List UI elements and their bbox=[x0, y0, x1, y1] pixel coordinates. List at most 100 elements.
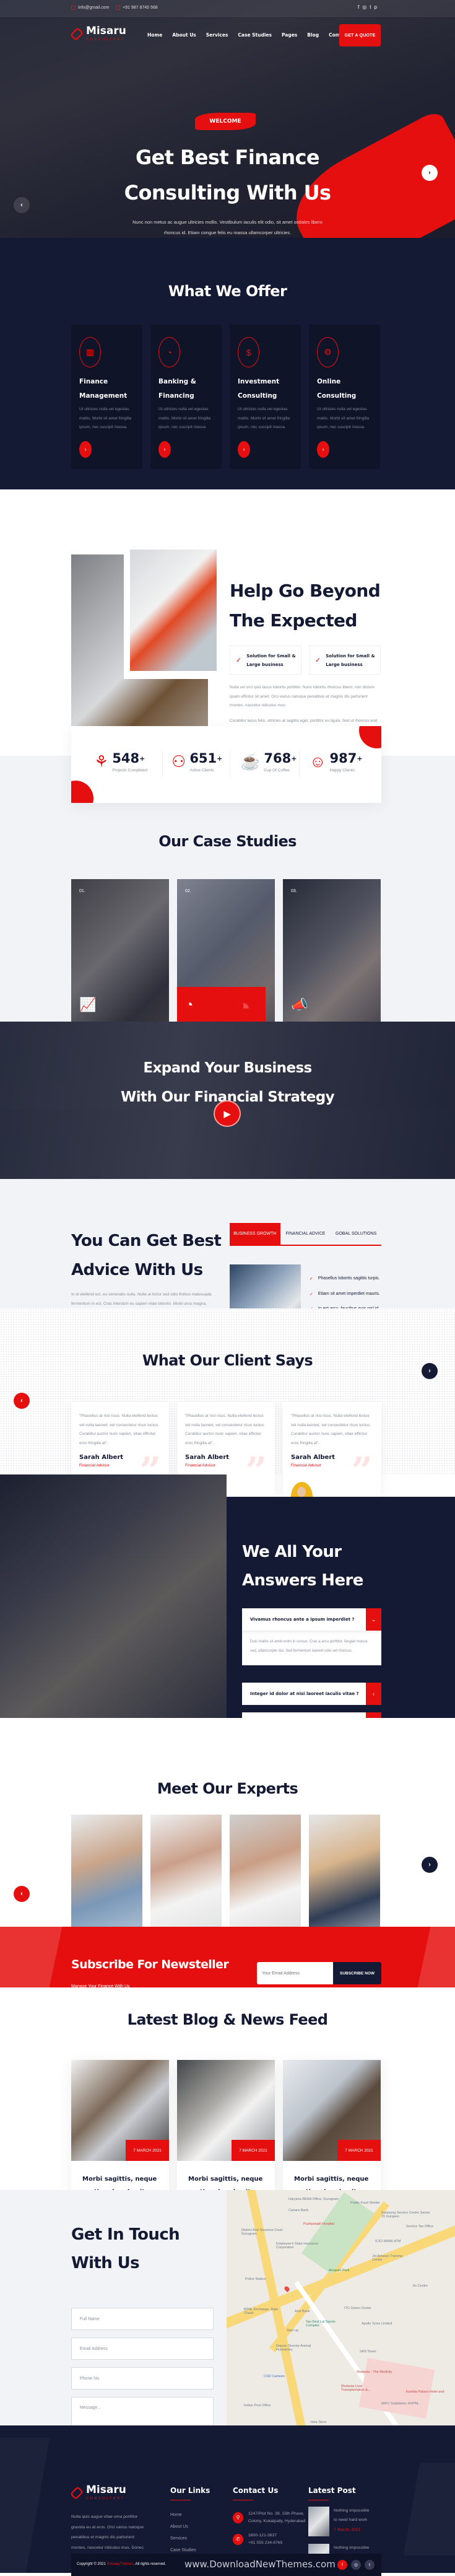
hero-prev-button[interactable]: ‹ bbox=[14, 197, 30, 213]
testimonial-quote: "Phasellus at nisi risus. Nulla eleifend… bbox=[185, 1414, 265, 1445]
topbar-email[interactable]: info@gmail.com bbox=[71, 6, 109, 10]
stat-value: 651+ bbox=[189, 751, 222, 766]
map-label: Medanta Liver Transplantation &... bbox=[341, 2385, 371, 2392]
service-card[interactable]: ◔ Banking & Financing Ut ultricies nulla … bbox=[150, 325, 222, 469]
footer-link[interactable]: About Us bbox=[170, 2525, 196, 2536]
instagram-icon[interactable]: ◎ bbox=[351, 2560, 361, 2570]
service-arrow-button[interactable]: › bbox=[317, 440, 329, 458]
post-thumbnail bbox=[308, 2507, 329, 2536]
case-number: 02. bbox=[185, 889, 191, 893]
nav-case-studies[interactable]: Case Studies bbox=[238, 32, 272, 38]
service-arrow-button[interactable]: › bbox=[158, 440, 171, 458]
blog-date: 7 MARCH 2021 bbox=[232, 2140, 275, 2161]
subscribe-button[interactable]: SUBSCRIBE NOW bbox=[333, 1962, 381, 1984]
newsletter-email-input[interactable] bbox=[257, 1962, 333, 1984]
map-label: Indian Post Office bbox=[244, 2404, 271, 2407]
topbar-phone[interactable]: +91 987 8745 568 bbox=[116, 6, 158, 10]
tab-global-solutions[interactable]: GOBAL SOLUTIONS bbox=[331, 1223, 381, 1245]
experts-next-button[interactable]: › bbox=[422, 1857, 438, 1873]
twitter-icon[interactable]: t bbox=[370, 4, 371, 10]
advice-title-line1: You Can Get Best bbox=[71, 1232, 222, 1250]
finance-report-watermark-icon: ◔ bbox=[236, 994, 251, 1021]
feature-box: ✓ Solution for Small & Large business bbox=[309, 646, 381, 675]
full-name-input[interactable]: Full Name bbox=[71, 2308, 214, 2330]
phone-input[interactable]: Phone No. bbox=[71, 2367, 214, 2390]
map-label: Medanta - The Medicity bbox=[357, 2370, 392, 2374]
nav-services[interactable]: Services bbox=[206, 32, 228, 38]
experts-section: Meet Our Experts f◎t▶ Kevin Martin Advis… bbox=[0, 1718, 455, 1981]
quote-icon: ” bbox=[351, 1450, 373, 1493]
twitter-icon[interactable]: t bbox=[365, 2560, 375, 2570]
blog-date: 7 MARCH 2021 bbox=[126, 2140, 169, 2161]
facebook-icon[interactable]: f bbox=[358, 4, 359, 10]
stat-suffix: + bbox=[217, 755, 223, 763]
decor-circle bbox=[359, 726, 381, 748]
checklist-text: Etiam sit amet imperdiet mauris. bbox=[318, 1291, 380, 1296]
map-label: CSD Canteen bbox=[264, 2375, 285, 2378]
tab-financial-advice[interactable]: FINANCIAL ADVICE bbox=[280, 1223, 331, 1245]
service-text: Ut ultricies nulla vel egestas mattis. M… bbox=[317, 407, 370, 429]
play-video-button[interactable]: ▶ bbox=[214, 1100, 241, 1127]
footer-post[interactable]: Nothing impossible to need hard work 7 Ma… bbox=[308, 2507, 372, 2536]
video-title-line1: Expand Your Business bbox=[143, 1060, 312, 1076]
testimonial-next-button[interactable]: › bbox=[422, 1363, 438, 1379]
service-arrow-button[interactable]: › bbox=[79, 440, 92, 458]
service-arrow-button[interactable]: › bbox=[238, 440, 250, 458]
hero-title-line2: Consulting With Us bbox=[124, 181, 331, 204]
footer-phone: ✆ 1800-121-3637 +91 555 234-8765 bbox=[233, 2532, 282, 2547]
email-input[interactable]: Email Address bbox=[71, 2337, 214, 2360]
get-quote-button[interactable]: GET A QUOTE bbox=[339, 24, 381, 46]
location-icon: ⚲ bbox=[233, 2512, 243, 2523]
phone-number[interactable]: +91 555 234-8765 bbox=[248, 2539, 282, 2547]
case-number: 03. bbox=[291, 889, 297, 893]
map-label: Jio Centre bbox=[412, 2284, 428, 2288]
quote-icon: ” bbox=[245, 1450, 267, 1493]
chevron-left-icon: ‹ bbox=[20, 201, 23, 209]
footer-link[interactable]: Home bbox=[170, 2513, 196, 2525]
service-title: Online Consulting bbox=[317, 375, 372, 403]
footer-link[interactable]: Services bbox=[170, 2536, 196, 2548]
testimonial-prev-button[interactable]: ‹ bbox=[14, 1393, 30, 1409]
phone-icon bbox=[116, 6, 120, 10]
phone-number[interactable]: 1800-121-3637 bbox=[248, 2532, 282, 2539]
case-studies-title: Our Case Studies bbox=[158, 833, 297, 850]
faq-item[interactable]: Vivamus rhoncus ante a ipsum imperdiet ?… bbox=[242, 1608, 381, 1631]
copyright-brand-link[interactable]: ShivaayThemes bbox=[106, 2562, 133, 2566]
chevron-left-icon[interactable]: ‹ bbox=[366, 1683, 381, 1705]
faq-item[interactable]: Integer id dolor at nisi laoreet iaculis… bbox=[242, 1683, 381, 1705]
map-label: BSNL Exchange, Rajiv Chauk bbox=[244, 2308, 279, 2315]
stat-value: 768+ bbox=[264, 751, 297, 766]
service-title-line2: Management bbox=[79, 392, 128, 400]
instagram-icon[interactable]: ◎ bbox=[362, 4, 366, 10]
nav-blog[interactable]: Blog bbox=[307, 32, 319, 38]
chevron-left-icon: ‹ bbox=[20, 1890, 23, 1898]
map-marker-icon[interactable] bbox=[283, 2285, 291, 2293]
hero-next-button[interactable]: › bbox=[422, 165, 438, 181]
copyright-prefix: Copyright © 2021 bbox=[77, 2562, 107, 2566]
experts-prev-button[interactable]: ‹ bbox=[14, 1886, 30, 1902]
service-card[interactable]: ⚙ Online Consulting Ut ultricies nulla ve… bbox=[309, 325, 380, 469]
service-card[interactable]: ▥ Finance Management Ut ultricies nulla v… bbox=[71, 325, 142, 469]
tab-business-growth[interactable]: BUSINESS GROWTH bbox=[230, 1223, 280, 1245]
nav-about[interactable]: About Us bbox=[172, 32, 196, 38]
projects-icon: ⚘ bbox=[94, 752, 109, 771]
clients-icon: ⚇ bbox=[171, 752, 186, 771]
logo[interactable]: Misaru CONSULTANT bbox=[69, 26, 126, 42]
facebook-icon[interactable]: f bbox=[337, 2560, 347, 2570]
nav-home[interactable]: Home bbox=[147, 32, 162, 38]
brand-name: Misaru bbox=[86, 2484, 126, 2496]
feature-text: Solution for Small & bbox=[326, 653, 375, 659]
feature-text: Large business bbox=[246, 662, 284, 667]
service-card[interactable]: $ Investment Consulting Ut ultricies null… bbox=[230, 325, 301, 469]
stat-label: Cup Of Coffee bbox=[264, 768, 290, 773]
newsletter-section bbox=[0, 1927, 455, 1987]
decor-circle bbox=[71, 781, 93, 803]
nav-pages[interactable]: Pages bbox=[282, 32, 297, 38]
coffee-icon: ☕ bbox=[240, 752, 261, 771]
pinterest-icon[interactable]: p bbox=[374, 4, 376, 10]
chevron-down-icon[interactable]: ⌄ bbox=[366, 1608, 381, 1631]
map[interactable]: Haryana RERA Office, Gurugram Canara Ban… bbox=[227, 2190, 455, 2425]
footer-logo[interactable]: Misaru CONSULTANT bbox=[69, 2484, 126, 2500]
welcome-badge: WELCOME bbox=[195, 113, 256, 130]
chevron-right-icon: › bbox=[243, 446, 245, 452]
